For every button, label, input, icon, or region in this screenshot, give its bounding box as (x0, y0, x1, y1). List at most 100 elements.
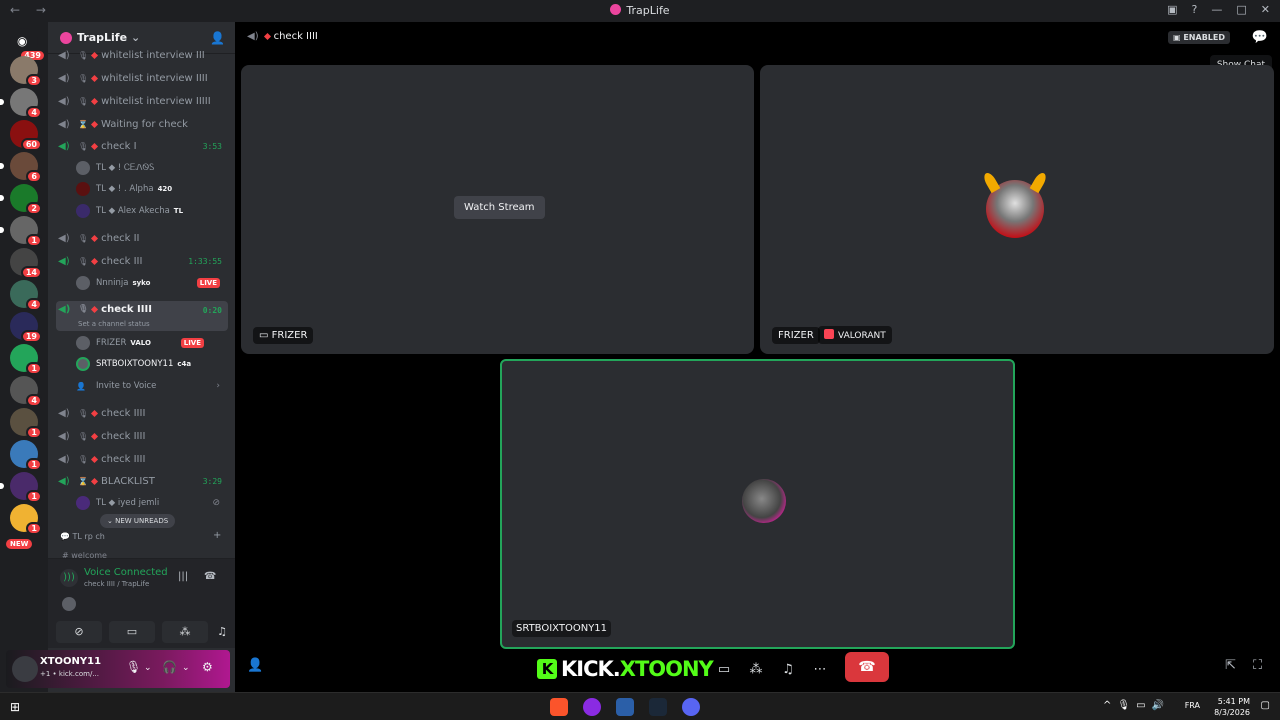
gear-icon[interactable]: ⚙ (202, 660, 213, 674)
server-icon[interactable]: 1 (10, 344, 42, 375)
voice-channel[interactable]: ◀) 🎙 check III 1:33:55 (56, 251, 228, 271)
badge: 3 (26, 74, 42, 87)
noise-suppression-icon[interactable]: ||| (178, 571, 188, 582)
badge: 1 (26, 458, 42, 471)
voice-channel[interactable]: ◀) 🎙 whitelist interview III (56, 45, 228, 65)
watch-stream-button[interactable]: Watch Stream (454, 196, 545, 219)
voice-location[interactable]: check IIII / TrapLife (84, 580, 149, 588)
voice-channel[interactable]: ◀) 🎙 check IIII (56, 403, 228, 423)
close-button[interactable]: ✕ (1261, 3, 1270, 16)
voice-channel[interactable]: ◀) 🎙 whitelist interview IIII (56, 68, 228, 88)
avatar (76, 496, 90, 510)
language-indicator[interactable]: FRA (1185, 701, 1200, 710)
mic-icon[interactable]: 🎙 (126, 660, 141, 674)
app-icon[interactable] (583, 698, 601, 716)
server-icon[interactable]: 1 (10, 504, 42, 535)
server-icon[interactable]: 3 (10, 56, 42, 87)
new-unreads-pill[interactable]: ⌄ NEW UNREADS (100, 514, 176, 528)
camera-off-button[interactable]: ⊘ (56, 621, 102, 643)
brave-icon[interactable] (550, 698, 568, 716)
voice-user[interactable]: FRIZER VALO LIVE (76, 334, 226, 352)
direct-messages-button[interactable]: ◉ 439 (10, 28, 46, 62)
notification-icon[interactable]: ▢ (1261, 700, 1270, 711)
server-icon[interactable]: 4 (0, 88, 42, 119)
diamond-icon (91, 142, 99, 150)
badge: 4 (26, 298, 42, 311)
server-icon[interactable]: 2 (0, 184, 42, 215)
diamond-icon (90, 477, 99, 485)
disconnect-button[interactable]: ☎ (845, 652, 889, 682)
voice-channel[interactable]: ◀) 🎙 check II (56, 228, 228, 248)
pop-out-icon[interactable]: ⇱ (1225, 658, 1236, 673)
voice-status[interactable]: Voice Connected (84, 567, 168, 578)
voice-user[interactable]: TL ◆ iyed jemli ⊘ (76, 494, 226, 512)
share-screen-button[interactable]: ▭ (711, 657, 737, 683)
inbox-icon[interactable]: ▣ (1167, 3, 1177, 16)
voice-user[interactable]: TL ◆ Alex Akecha TL (76, 202, 226, 220)
mic-icon: 🎙 (78, 73, 89, 83)
voice-user[interactable]: Nnninja syko LIVE (76, 274, 226, 292)
maximize-button[interactable]: □ (1236, 3, 1246, 16)
taskbar: ⊞ ^🎙▭🔊 FRA 5:41 PM 8/3/2026 ▢ (0, 692, 1280, 720)
steam-icon[interactable] (649, 698, 667, 716)
activities-button[interactable]: ⁂ (162, 621, 208, 643)
username[interactable]: XTOONY11 (40, 656, 101, 667)
server-icon[interactable]: 19 (10, 312, 42, 343)
speaking-user-tile[interactable]: SRTBOIXTOONY11 (500, 359, 1015, 649)
voice-channel[interactable]: ◀) 🎙 check I 3:53 (56, 136, 228, 156)
disconnect-icon[interactable]: ☎ (204, 571, 216, 582)
user-tile[interactable]: FRIZER VALORANT (760, 65, 1274, 354)
more-options-button[interactable]: ⋯ (807, 657, 833, 683)
windows-start-icon[interactable]: ⊞ (10, 700, 20, 714)
fullscreen-icon[interactable]: ⛶ (1253, 658, 1262, 673)
call-controls: K KICK. XTOONY ▭ ⁂ ♫ ⋯ ☎ (235, 652, 1280, 692)
voice-channel[interactable]: ◀) ⌛ BLACKLIST 3:29 (56, 471, 228, 491)
avatar (76, 161, 90, 175)
help-icon[interactable]: ? (1192, 3, 1198, 16)
voice-user[interactable]: SRTBOIXTOONY11 c4a (76, 355, 226, 373)
server-icon[interactable]: 4 (10, 280, 42, 311)
soundboard-button[interactable]: ♫ (215, 621, 229, 643)
activities-button[interactable]: ⁂ (743, 657, 769, 683)
enabled-badge[interactable]: ▣ ENABLED (1167, 31, 1230, 44)
call-area: ◀)check IIII ▣ ENABLED 💬 Show Chat Watch… (235, 22, 1280, 692)
voice-user[interactable]: TL ◆ ! ᏟᎬᏁᏫᏚ (76, 159, 226, 177)
discord-icon[interactable] (682, 698, 700, 716)
show-chat-icon[interactable]: 💬 (1252, 30, 1268, 45)
server-icon[interactable]: 60 (10, 120, 42, 151)
server-icon[interactable]: 6 (0, 152, 42, 183)
category-header[interactable]: 💬 TL rp ch (60, 532, 105, 541)
headphones-icon[interactable]: 🎧 (162, 660, 177, 674)
clock[interactable]: 5:41 PM 8/3/2026 (1214, 696, 1250, 718)
voice-channel-active[interactable]: ◀) 🎙 check IIII 0:20 Set a channel status (56, 301, 228, 331)
server-icon[interactable]: 1 (0, 216, 42, 247)
chevron-down-icon[interactable]: ⌄ (144, 663, 152, 673)
soundboard-button[interactable]: ♫ (775, 657, 801, 683)
voice-channel[interactable]: ◀) 🎙 check IIII (56, 449, 228, 469)
invite-people-icon[interactable]: 👤 (210, 31, 225, 45)
voice-channel[interactable]: ◀) 🎙 whitelist interview IIIII (56, 91, 228, 111)
voice-channel[interactable]: ◀) ⌛ Waiting for check (56, 114, 228, 134)
app-icon[interactable] (616, 698, 634, 716)
stream-tile[interactable]: Watch Stream ▭ FRIZER (241, 65, 754, 354)
add-channel-icon[interactable]: + (213, 530, 221, 541)
minimize-button[interactable]: — (1211, 3, 1222, 16)
voice-user[interactable]: TL ◆ ! . Alpha 420 (76, 180, 226, 198)
speaker-icon: ◀) (58, 453, 70, 465)
avatar[interactable] (12, 656, 38, 682)
chat-icon: 💬 (60, 532, 70, 541)
server-icon[interactable]: 4 (10, 376, 42, 407)
voice-channel[interactable]: ◀) 🎙 check IIII (56, 426, 228, 446)
channel-status[interactable]: Set a channel status (78, 320, 150, 328)
server-icon[interactable]: 1 (10, 440, 42, 471)
hourglass-icon: ⌛ (78, 119, 88, 129)
server-icon[interactable]: 1 (0, 472, 42, 503)
system-tray-icons[interactable]: ^🎙▭🔊 (1103, 700, 1170, 711)
chevron-down-icon[interactable]: ⌄ (182, 663, 190, 673)
invite-people-icon[interactable]: 👤 (247, 658, 263, 673)
server-icon[interactable]: 14 (10, 248, 42, 279)
invite-to-voice-button[interactable]: 👤 Invite to Voice › (76, 377, 226, 395)
server-icon[interactable]: 1 (10, 408, 42, 439)
share-screen-button[interactable]: ▭ (109, 621, 155, 643)
avatar (76, 357, 90, 371)
